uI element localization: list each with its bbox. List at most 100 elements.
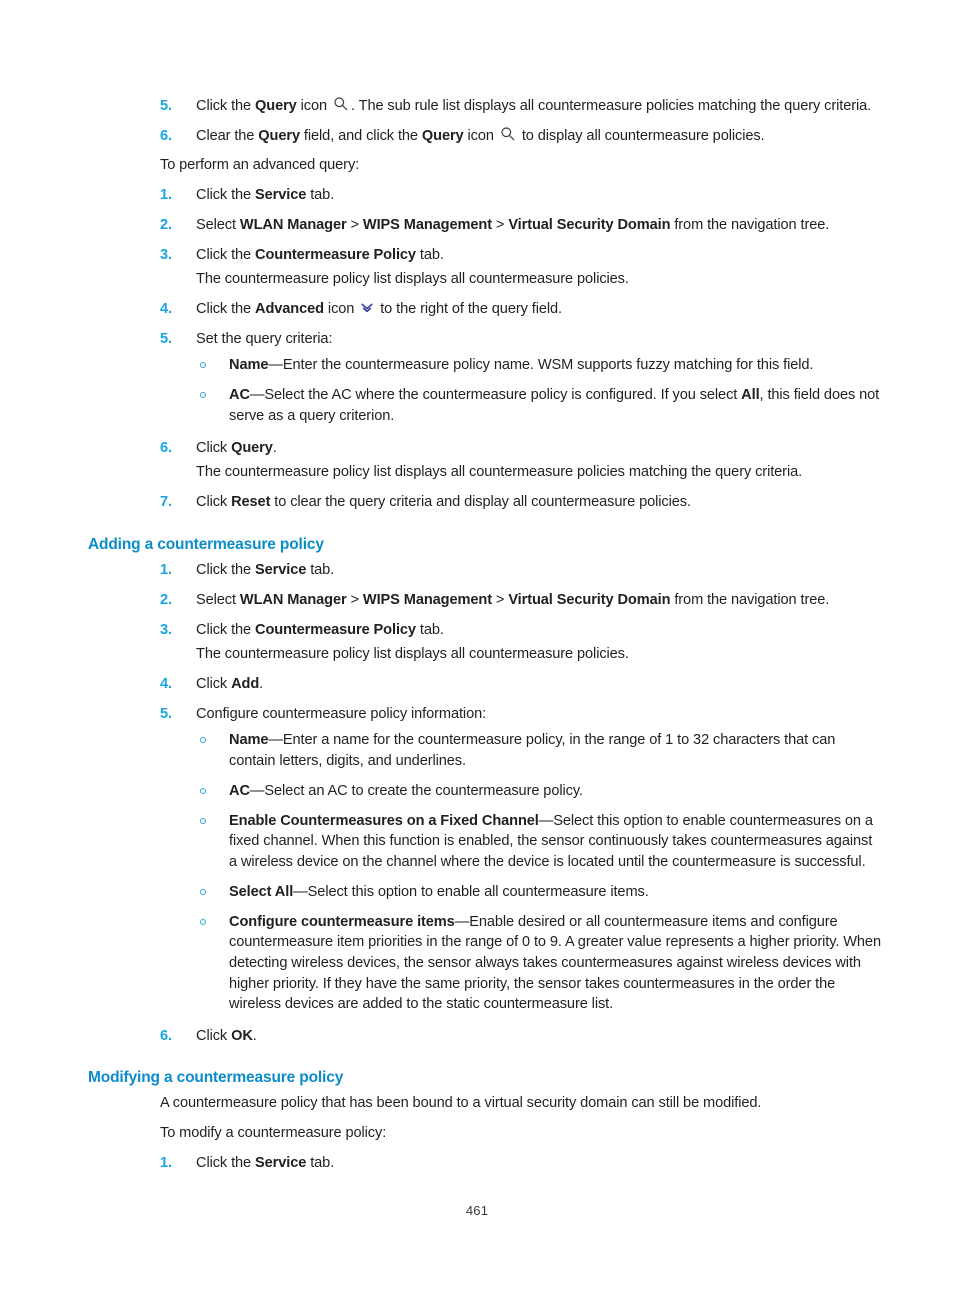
step-text: Click Reset to clear the query criteria … [196,494,691,510]
step-text-segment: Click [196,1028,232,1045]
advanced-query-lead: To perform an advanced query: [160,157,360,174]
ui-term: Query [258,127,300,144]
step-text-segment: from the navigation tree. [670,216,830,233]
query-criteria-sublist: Name — Enter the countermeasure policy nam… [196,355,882,426]
circle-bullet-icon [200,787,206,794]
step-result-text: The countermeasure policy list displays … [196,271,629,288]
field-label: Name [229,732,269,749]
field-description: Select an AC to create the countermeasur… [264,782,583,799]
list-item: 2. Select WLAN Manager > WIPS Management … [160,215,882,236]
field-label: AC [229,782,250,799]
step-text: Click the Service tab. [196,562,334,578]
ui-term: Service [255,562,307,579]
step-number: 5. [160,705,172,722]
step-text-segment: Select [196,216,240,233]
ui-term: Service [255,187,307,204]
list-item: 6. Clear the Query field, and click the Q… [160,126,882,147]
list-item: 1. Click the Service tab. [160,560,882,581]
list-item: Select All—Select this option to enable … [196,882,882,903]
field-label: Name [229,357,269,374]
list-item: Configure countermeasure items—Enable de… [196,912,882,1016]
list-item: 3. Click the Countermeasure Policy tab. T… [160,620,882,665]
step-number: 6. [160,1028,172,1045]
step-text-segment: tab. [415,246,444,263]
step-number: 4. [160,676,172,693]
step-text-segment: from the navigation tree. [670,591,830,608]
step-text: Configure countermeasure policy informat… [196,705,487,722]
step-text-segment: icon [323,301,359,318]
step-result-text: The countermeasure policy list displays … [196,646,629,663]
step-text-segment: to display all countermeasure policies. [517,127,765,144]
dash-separator: — [249,387,265,404]
step-text-segment: Click the [196,562,256,579]
ui-term: Query [255,98,297,114]
circle-bullet-icon [200,362,206,369]
list-item: 3. Click the Countermeasure Policy tab. T… [160,245,882,290]
ui-term: Query [231,439,273,456]
ui-term: Countermeasure Policy [255,246,416,263]
ui-term: All [741,387,760,404]
list-item: Name—Enter a name for the countermeasure… [196,730,882,771]
step-text-segment: Click [196,494,232,511]
step-number: 2. [160,216,172,233]
modifying-section-heading-block: Modifying a countermeasure policy [88,1068,882,1087]
dash-separator: — [249,782,265,799]
page-content: 5. Click the Query icon . The sub rule li… [88,96,882,1182]
step-text-segment: . [272,439,277,456]
ui-term: OK [231,1028,253,1045]
adding-steps-group: 1. Click the Service tab. 2. Select WLAN M… [160,560,882,1047]
step-text-segment: Click the [196,98,256,114]
step-text-segment: icon [296,98,331,114]
step-result-text: The countermeasure policy list displays … [196,464,803,481]
list-item: 2. Select WLAN Manager > WIPS Management … [160,590,882,611]
ui-term: Reset [231,494,271,511]
dash-separator: — [454,913,470,930]
list-item: 5. Click the Query icon . The sub rule li… [160,96,882,117]
nav-separator: > [491,591,509,608]
policy-fields-sublist: Name—Enter a name for the countermeasure… [196,730,882,1015]
step-number: 5. [160,330,172,347]
nav-separator: > [491,216,509,233]
circle-bullet-icon [200,392,206,399]
field-description: Select this option to enable all counter… [307,883,649,900]
list-item: 6. Click OK. [160,1026,882,1047]
query-steps-group: 5. Click the Query icon . The sub rule li… [160,96,882,513]
page-title-adding: Adding a countermeasure policy [88,535,324,553]
field-description: Enter the countermeasure policy name. WS… [282,357,814,374]
search-icon [500,126,516,142]
circle-bullet-icon [200,817,206,824]
nav-path-item: Virtual Security Domain [508,216,671,233]
ui-term: Countermeasure Policy [255,621,416,638]
step-number: 1. [160,1154,172,1171]
modifying-lead-paragraph: To modify a countermeasure policy: [160,1124,387,1141]
adding-steps-list: 1. Click the Service tab. 2. Select WLAN M… [160,560,882,1047]
step-number: 3. [160,246,172,263]
step-text-segment: tab. [415,621,444,638]
step-text-segment: tab. [306,187,335,204]
ui-term: Add [231,676,260,693]
step-text-segment: Click [196,676,232,693]
step-number: 6. [160,127,172,144]
list-item: 7. Click Reset to clear the query criteri… [160,492,882,513]
step-text: Click the Service tab. [196,187,334,203]
nav-path-item: WIPS Management [362,591,492,608]
list-item: 1. Click the Service tab. [160,1153,882,1174]
step-number: 1. [160,187,172,204]
step-text: Click the Query icon . The sub rule list… [196,97,871,114]
nav-path-item: Virtual Security Domain [508,591,671,608]
step-text-segment: Click the [196,1154,256,1171]
document-page: 5. Click the Query icon . The sub rule li… [0,0,954,1296]
advanced-query-steps-list: 1. Click the Service tab. 2. Select WLAN M… [160,185,882,513]
step-text-segment: tab. [306,1154,335,1171]
step-text-segment: to the right of the query field. [376,301,562,318]
step-number: 1. [160,562,172,579]
step-text: Click Add. [196,676,263,692]
ui-term: Query [421,127,464,144]
step-text: Click OK. [196,1028,257,1044]
list-item: Name—Enter the countermeasure policy nam… [196,355,882,376]
nav-separator: > [346,591,363,608]
field-label: Enable Countermeasures on a Fixed Channe… [229,812,539,829]
step-text-segment: . [259,676,264,693]
step-text: Click the Service tab. [196,1155,334,1171]
step-text-segment: Click [196,439,232,456]
